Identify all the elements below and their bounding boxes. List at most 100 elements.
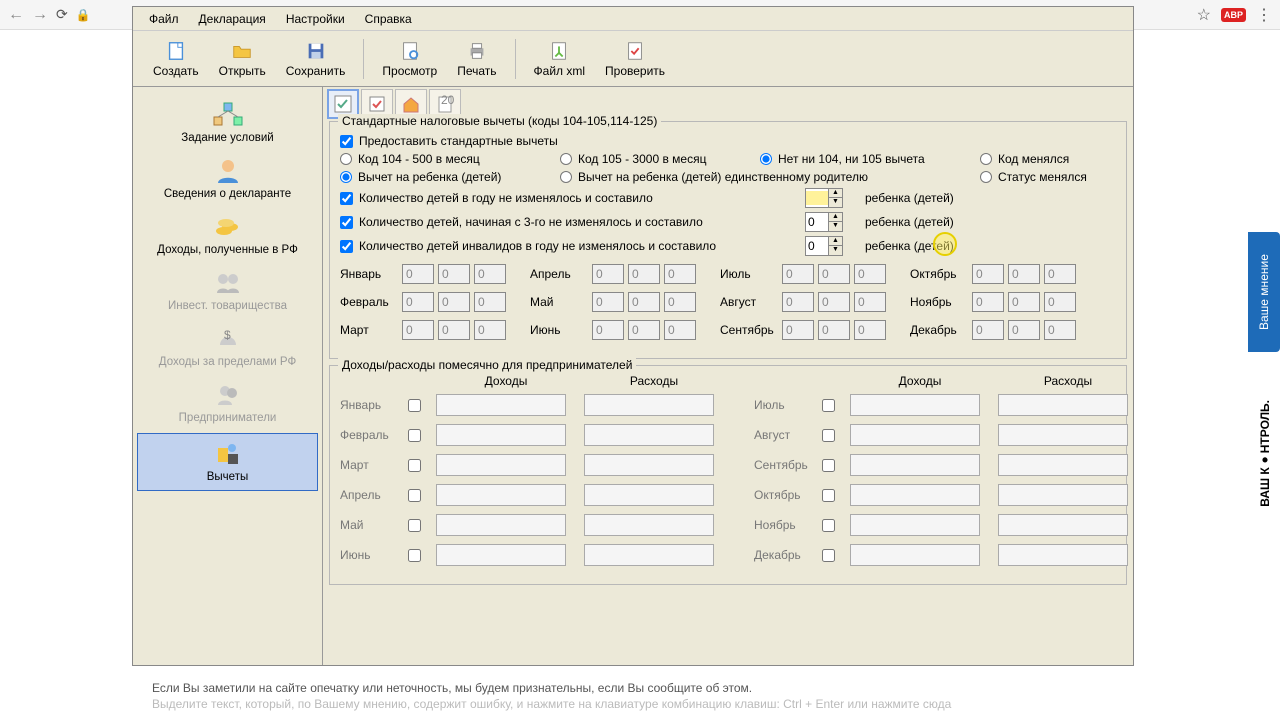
abp-icon[interactable]: ABP <box>1221 8 1246 22</box>
spinner-children-2[interactable]: ▲▼ <box>805 236 843 256</box>
feedback-tab[interactable]: Ваше мнение <box>1248 232 1280 352</box>
entrep-left-chk-4[interactable] <box>408 519 421 532</box>
sidebar-item-0[interactable]: Задание условий <box>133 95 322 151</box>
entrep-right-chk-3[interactable] <box>822 489 835 502</box>
sidebar-item-6[interactable]: Вычеты <box>137 433 318 491</box>
sidebar-item-2[interactable]: Доходы, полученные в РФ <box>133 207 322 263</box>
month-11-2[interactable] <box>1008 320 1040 340</box>
entrep-left-chk-3[interactable] <box>408 489 421 502</box>
month-7-3[interactable] <box>854 292 886 312</box>
entrep-right-chk-0[interactable] <box>822 399 835 412</box>
month-5-1[interactable] <box>592 320 624 340</box>
month-2-2[interactable] <box>438 320 470 340</box>
radio-radio-row-2-1[interactable]: Вычет на ребенка (детей) единственному р… <box>560 170 980 184</box>
month-1-1[interactable] <box>402 292 434 312</box>
month-6-2[interactable] <box>818 264 850 284</box>
menu-file[interactable]: Файл <box>141 9 187 29</box>
entrep-left-expense-0[interactable] <box>584 394 714 416</box>
month-7-2[interactable] <box>818 292 850 312</box>
month-11-3[interactable] <box>1044 320 1076 340</box>
entrep-left-income-1[interactable] <box>436 424 566 446</box>
month-2-3[interactable] <box>474 320 506 340</box>
radio-radio-row-1-3[interactable]: Код менялся <box>980 152 1110 166</box>
entrep-left-income-4[interactable] <box>436 514 566 536</box>
chk-children-2[interactable] <box>340 240 353 253</box>
month-10-1[interactable] <box>972 292 1004 312</box>
menu-settings[interactable]: Настройки <box>278 9 353 29</box>
entrep-left-income-2[interactable] <box>436 454 566 476</box>
entrep-left-chk-1[interactable] <box>408 429 421 442</box>
tb-open[interactable]: Открыть <box>213 38 272 80</box>
month-8-1[interactable] <box>782 320 814 340</box>
entrep-left-expense-1[interactable] <box>584 424 714 446</box>
menu-help[interactable]: Справка <box>357 9 420 29</box>
entrep-right-income-1[interactable] <box>850 424 980 446</box>
month-5-3[interactable] <box>664 320 696 340</box>
entrep-left-expense-2[interactable] <box>584 454 714 476</box>
entrep-left-income-3[interactable] <box>436 484 566 506</box>
entrep-right-expense-4[interactable] <box>998 514 1128 536</box>
month-3-3[interactable] <box>664 264 696 284</box>
bookmark-icon[interactable]: ☆ <box>1197 5 1211 25</box>
tb-print[interactable]: Печать <box>451 38 502 80</box>
month-4-1[interactable] <box>592 292 624 312</box>
month-7-1[interactable] <box>782 292 814 312</box>
menu-declaration[interactable]: Декларация <box>191 9 274 29</box>
month-8-2[interactable] <box>818 320 850 340</box>
radio-radio-row-1-0[interactable]: Код 104 - 500 в месяц <box>340 152 560 166</box>
month-6-1[interactable] <box>782 264 814 284</box>
chk-provide[interactable] <box>340 135 353 148</box>
entrep-right-expense-2[interactable] <box>998 454 1128 476</box>
nav-forward-icon[interactable]: → <box>32 6 48 24</box>
chk-children-1[interactable] <box>340 216 353 229</box>
entrep-left-expense-3[interactable] <box>584 484 714 506</box>
month-0-2[interactable] <box>438 264 470 284</box>
nav-back-icon[interactable]: ← <box>8 6 24 24</box>
month-11-1[interactable] <box>972 320 1004 340</box>
radio-radio-row-1-1[interactable]: Код 105 - 3000 в месяц <box>560 152 760 166</box>
entrep-left-chk-0[interactable] <box>408 399 421 412</box>
entrep-right-income-2[interactable] <box>850 454 980 476</box>
browser-menu-icon[interactable]: ⋮ <box>1256 5 1272 25</box>
month-9-1[interactable] <box>972 264 1004 284</box>
entrep-right-expense-5[interactable] <box>998 544 1128 566</box>
month-9-2[interactable] <box>1008 264 1040 284</box>
entrep-left-income-0[interactable] <box>436 394 566 416</box>
month-10-3[interactable] <box>1044 292 1076 312</box>
entrep-right-chk-2[interactable] <box>822 459 835 472</box>
entrep-left-expense-4[interactable] <box>584 514 714 536</box>
month-4-2[interactable] <box>628 292 660 312</box>
entrep-right-expense-1[interactable] <box>998 424 1128 446</box>
radio-radio-row-1-2[interactable]: Нет ни 104, ни 105 вычета <box>760 152 980 166</box>
month-0-3[interactable] <box>474 264 506 284</box>
entrep-right-income-0[interactable] <box>850 394 980 416</box>
entrep-left-chk-2[interactable] <box>408 459 421 472</box>
tb-save[interactable]: Сохранить <box>280 38 352 80</box>
tb-preview[interactable]: Просмотр <box>376 38 443 80</box>
month-1-2[interactable] <box>438 292 470 312</box>
month-8-3[interactable] <box>854 320 886 340</box>
month-2-1[interactable] <box>402 320 434 340</box>
entrep-right-income-3[interactable] <box>850 484 980 506</box>
month-0-1[interactable] <box>402 264 434 284</box>
tb-check[interactable]: Проверить <box>599 38 671 80</box>
entrep-right-expense-0[interactable] <box>998 394 1128 416</box>
month-6-3[interactable] <box>854 264 886 284</box>
month-9-3[interactable] <box>1044 264 1076 284</box>
entrep-right-income-4[interactable] <box>850 514 980 536</box>
month-3-1[interactable] <box>592 264 624 284</box>
vash-kontrol[interactable]: ВАШ К●НТРОЛЬ. <box>1257 400 1272 507</box>
spinner-children-1[interactable]: ▲▼ <box>805 212 843 232</box>
entrep-right-chk-1[interactable] <box>822 429 835 442</box>
spinner-children-0[interactable]: ▲▼ <box>805 188 843 208</box>
tb-create[interactable]: Создать <box>147 38 205 80</box>
entrep-right-income-5[interactable] <box>850 544 980 566</box>
entrep-left-chk-5[interactable] <box>408 549 421 562</box>
entrep-right-chk-5[interactable] <box>822 549 835 562</box>
entrep-left-expense-5[interactable] <box>584 544 714 566</box>
month-5-2[interactable] <box>628 320 660 340</box>
month-4-3[interactable] <box>664 292 696 312</box>
entrep-right-chk-4[interactable] <box>822 519 835 532</box>
sidebar-item-1[interactable]: Сведения о декларанте <box>133 151 322 207</box>
chk-children-0[interactable] <box>340 192 353 205</box>
